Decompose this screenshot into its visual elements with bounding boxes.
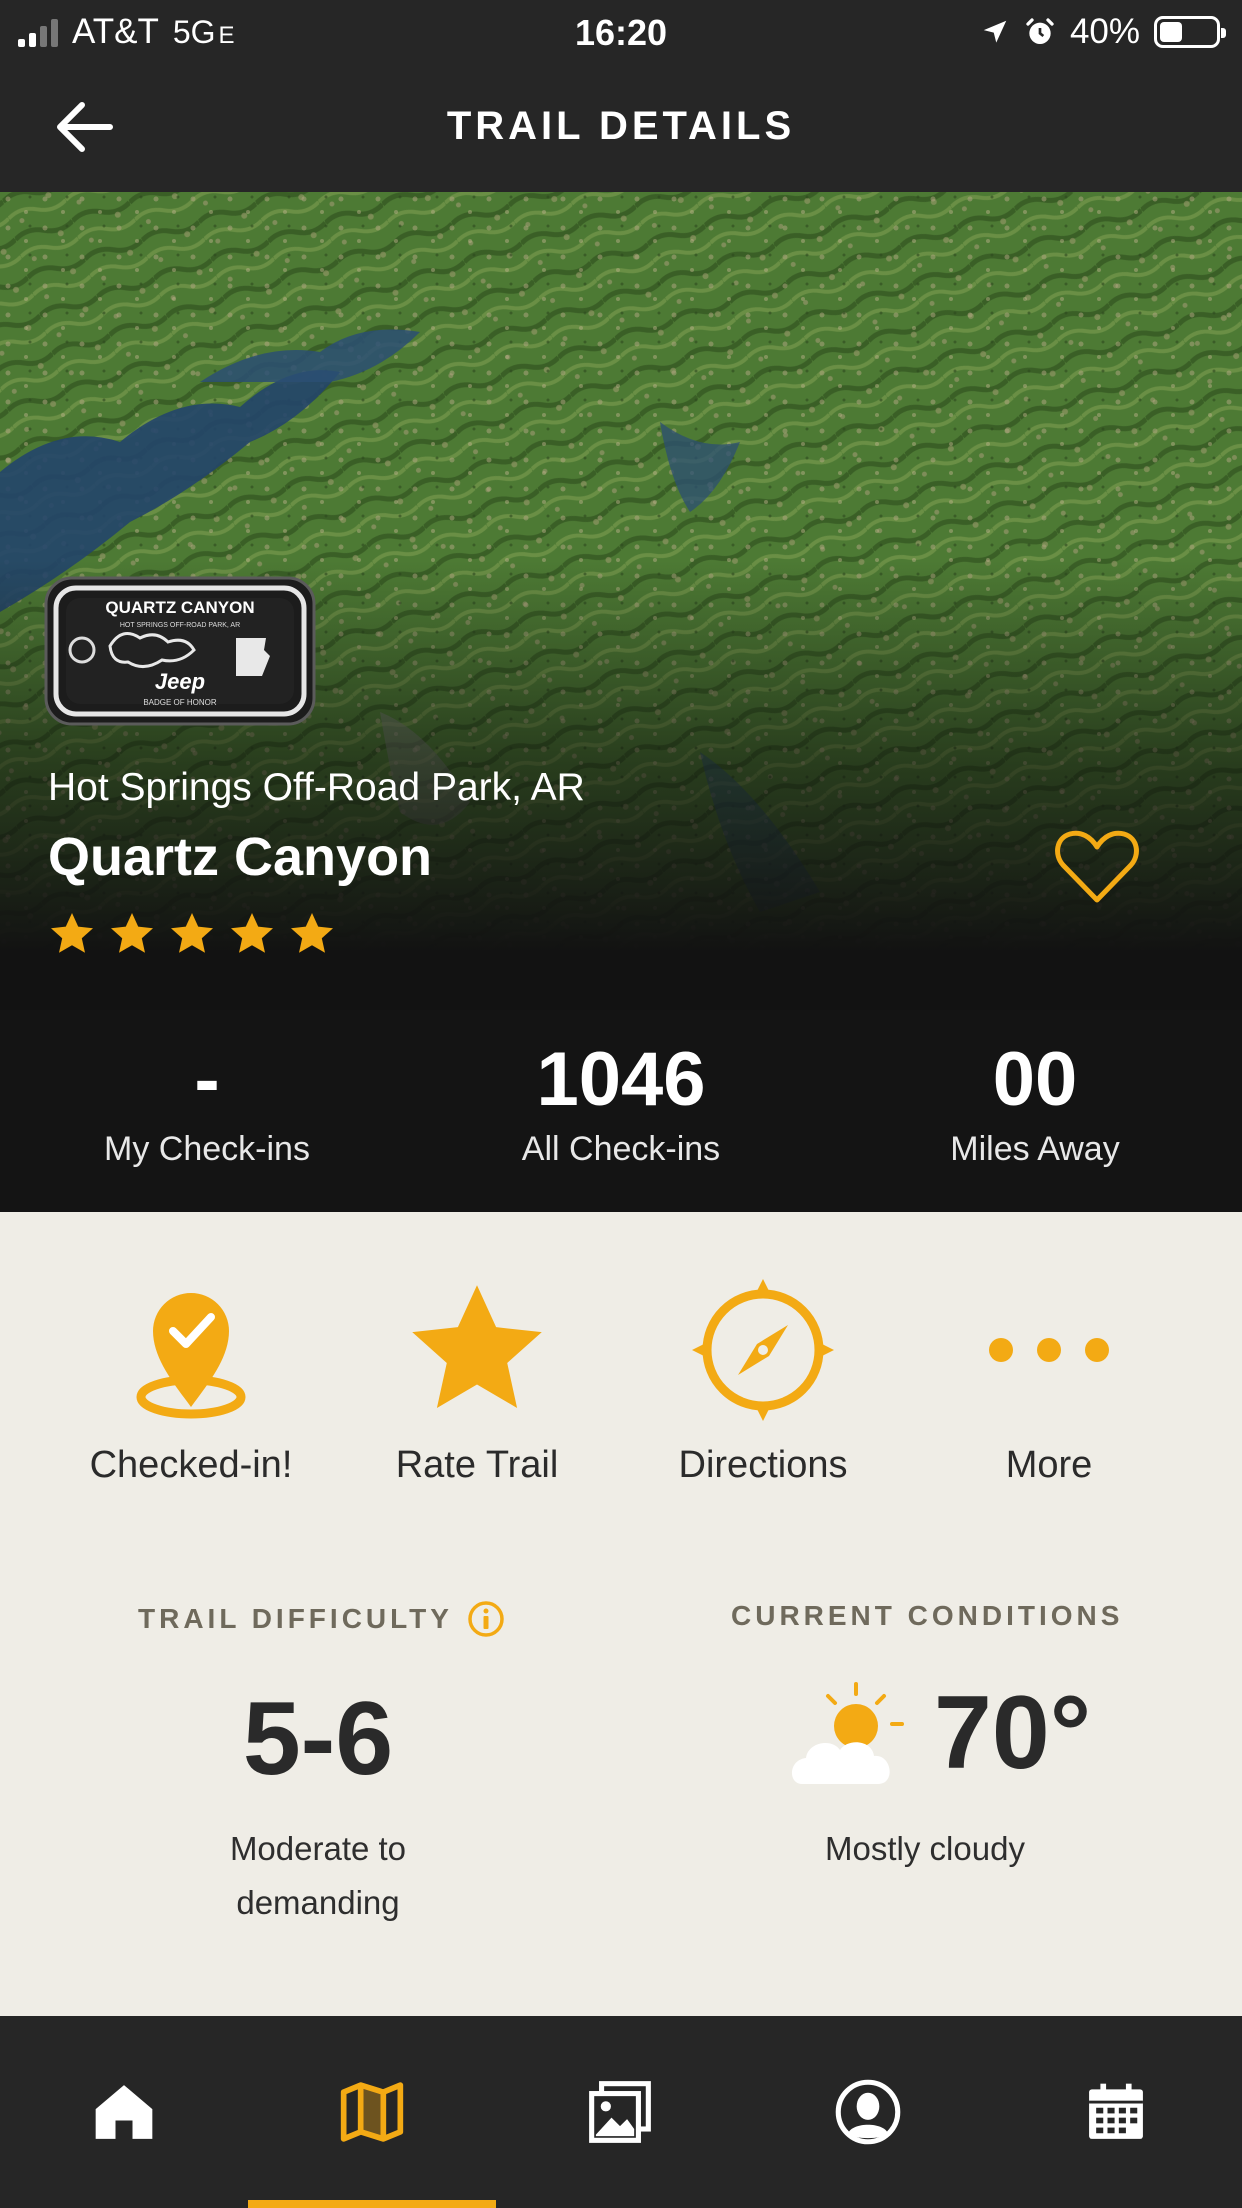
stat-miles-away: 00 Miles Away: [828, 1010, 1242, 1212]
rate-trail-button[interactable]: Rate Trail: [334, 1270, 620, 1487]
stat-value: 00: [992, 1037, 1078, 1122]
status-bar: AT&T 5G E 16:20 40%: [0, 0, 1242, 64]
badge-of-honor-image: QUARTZ CANYON HOT SPRINGS OFF-ROAD PARK,…: [44, 576, 316, 726]
badge-caption: BADGE OF HONOR: [143, 698, 217, 707]
rating-star-icon: [51, 913, 93, 953]
park-name: Hot Springs Off-Road Park, AR: [48, 766, 585, 809]
info-icon[interactable]: [467, 1600, 505, 1638]
temperature: 70°: [934, 1675, 1092, 1791]
profile-icon: [835, 2079, 901, 2145]
calendar-icon: [1089, 2083, 1143, 2139]
action-label: More: [1005, 1444, 1093, 1486]
app-header: TRAIL DETAILS: [0, 64, 1242, 192]
nav-home[interactable]: [0, 2016, 248, 2208]
nav-profile[interactable]: [744, 2016, 992, 2208]
nav-calendar[interactable]: [992, 2016, 1240, 2208]
trail-actions: Checked-in! Rate Trail Directions More: [0, 1270, 1242, 1520]
directions-button[interactable]: Directions: [620, 1270, 906, 1487]
stat-label: Miles Away: [950, 1129, 1120, 1168]
more-button[interactable]: More: [906, 1270, 1192, 1487]
favorite-button[interactable]: [1052, 822, 1142, 912]
battery-icon: [1154, 16, 1226, 48]
trail-badge[interactable]: QUARTZ CANYON HOT SPRINGS OFF-ROAD PARK,…: [44, 576, 316, 726]
home-icon: [95, 2085, 153, 2139]
stat-all-checkins: 1046 All Check-ins: [414, 1010, 828, 1212]
trail-difficulty-title: TRAIL DIFFICULTY: [138, 1603, 453, 1634]
action-label: Rate Trail: [395, 1444, 559, 1486]
badge-title: QUARTZ CANYON: [105, 598, 254, 617]
difficulty-value: 5-6: [242, 1681, 394, 1797]
nav-gallery[interactable]: [496, 2016, 744, 2208]
badge-brand: Jeep: [155, 669, 205, 694]
stat-label: My Check-ins: [104, 1129, 310, 1168]
badge-subtitle: HOT SPRINGS OFF-ROAD PARK, AR: [120, 622, 240, 629]
compass-icon: [692, 1279, 834, 1421]
checkin-stats: - My Check-ins 1046 All Check-ins 00 Mil…: [0, 1010, 1242, 1212]
battery-percent: 40%: [1069, 12, 1140, 51]
trail-name: Quartz Canyon: [48, 827, 433, 887]
checked-in-button[interactable]: Checked-in!: [48, 1270, 334, 1487]
status-bar-right: 40%: [980, 12, 1226, 52]
location-check-icon: [136, 1293, 246, 1419]
trail-hero: QUARTZ CANYON HOT SPRINGS OFF-ROAD PARK,…: [0, 192, 1242, 1010]
rating-star-icon: [231, 913, 273, 953]
stat-my-checkins: - My Check-ins: [0, 1010, 414, 1212]
active-tab-indicator: [248, 2200, 496, 2208]
difficulty-description: Moderate to demanding: [0, 1822, 636, 1930]
star-icon: [412, 1285, 542, 1408]
bottom-nav: [0, 2016, 1242, 2208]
conditions-description: Mostly cloudy: [825, 1830, 1025, 1867]
current-conditions-heading: CURRENT CONDITIONS: [731, 1600, 1123, 1632]
stat-value: -: [194, 1037, 220, 1122]
heart-icon: [1055, 830, 1139, 903]
rating-star-icon: [111, 913, 153, 953]
current-conditions-title: CURRENT CONDITIONS: [731, 1600, 1124, 1631]
difficulty-description-line: demanding: [236, 1884, 400, 1921]
stat-value: 1046: [536, 1037, 706, 1122]
action-label: Checked-in!: [89, 1444, 293, 1486]
nav-map[interactable]: [248, 2016, 496, 2208]
location-arrow-icon: [983, 20, 1007, 43]
partly-cloudy-icon: [791, 1682, 904, 1784]
difficulty-description-line: Moderate to: [229, 1830, 407, 1867]
more-dots-icon: [989, 1338, 1109, 1362]
action-label: Directions: [678, 1444, 848, 1486]
trail-difficulty-heading: TRAIL DIFFICULTY: [138, 1600, 505, 1638]
rating-star-icon: [171, 913, 213, 953]
page-title: TRAIL DETAILS: [446, 104, 796, 148]
alarm-icon: [1026, 18, 1054, 44]
trail-rating: [48, 910, 336, 958]
map-icon: [340, 2082, 404, 2142]
gallery-icon: [589, 2081, 651, 2143]
rating-star-icon: [291, 913, 333, 953]
stat-label: All Check-ins: [521, 1129, 721, 1168]
